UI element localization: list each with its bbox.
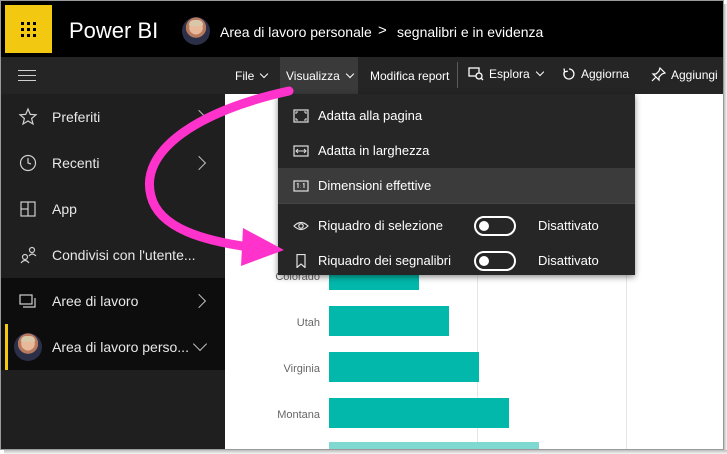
avatar: [182, 17, 210, 45]
pin-button[interactable]: Aggiungi: [651, 67, 718, 82]
category-label: Utah: [296, 317, 320, 329]
bookmarks-pane-toggle[interactable]: [474, 251, 516, 271]
sidebar-item-my-workspace[interactable]: Area di lavoro perso...: [1, 324, 225, 370]
selection-pane-label: Riquadro di selezione: [318, 218, 444, 233]
sidebar-item-workspaces[interactable]: Aree di lavoro: [1, 278, 225, 324]
shared-icon: [20, 246, 37, 264]
chevron-down-icon: [192, 336, 208, 352]
avatar: [14, 333, 42, 361]
chevron-down-icon: [535, 67, 544, 77]
selection-pane-state: Disattivato: [538, 218, 599, 233]
sidebar-item-apps[interactable]: App: [1, 186, 225, 232]
toggle-knob: [479, 256, 489, 266]
top-bar: Power BI Area di lavoro personale > segn…: [1, 1, 723, 57]
menu-divider: [278, 203, 635, 204]
sidebar-item-label: Preferiti: [52, 109, 101, 125]
bookmarks-pane-label: Riquadro dei segnalibri: [318, 253, 451, 268]
file-menu-label: File: [235, 69, 255, 83]
sidebar-item-label: App: [52, 201, 77, 217]
bookmark-icon: [296, 253, 306, 268]
breadcrumb-workspace[interactable]: Area di lavoro personale: [220, 24, 372, 40]
file-menu-button[interactable]: File: [235, 69, 269, 83]
chevron-down-icon: [345, 69, 355, 79]
bookmarks-pane-item[interactable]: Riquadro dei segnalibri Disattivato: [278, 243, 635, 278]
bar[interactable]: [329, 398, 509, 428]
selected-indicator: [5, 324, 8, 370]
sidebar: Preferiti Recenti App Condivisi con l'ut…: [1, 94, 225, 449]
category-label: Virginia: [283, 363, 321, 375]
fit-width-icon: [293, 144, 309, 157]
sidebar-item-shared[interactable]: Condivisi con l'utente...: [1, 232, 225, 278]
toolbar-divider: [457, 62, 458, 88]
waffle-icon: [21, 21, 36, 37]
pin-label: Aggiungi: [671, 67, 718, 82]
sidebar-item-favorites[interactable]: Preferiti: [1, 94, 225, 140]
hamburger-icon[interactable]: [18, 70, 36, 81]
fit-to-page-label: Adatta alla pagina: [318, 108, 423, 123]
actual-size-icon: [293, 179, 309, 192]
actual-size-item[interactable]: Dimensioni effettive: [278, 168, 635, 203]
eye-icon: [293, 221, 309, 230]
edit-report-button[interactable]: Modifica report: [370, 69, 449, 83]
refresh-button[interactable]: Aggiorna: [562, 67, 629, 81]
explore-icon: [468, 67, 484, 81]
explore-label: Esplora: [489, 67, 530, 81]
chevron-down-icon: [260, 69, 269, 79]
sidebar-item-recent[interactable]: Recenti: [1, 140, 225, 186]
bookmarks-pane-state: Disattivato: [538, 253, 599, 268]
edit-report-label: Modifica report: [370, 69, 450, 83]
actual-size-label: Dimensioni effettive: [318, 178, 432, 193]
refresh-icon: [563, 68, 575, 80]
breadcrumb-separator: >: [378, 22, 387, 39]
bar[interactable]: [329, 306, 449, 336]
selection-pane-toggle[interactable]: [474, 216, 516, 236]
apps-icon: [20, 201, 36, 217]
view-menu-label: Visualizza: [286, 69, 340, 83]
refresh-label: Aggiorna: [581, 67, 630, 81]
chevron-right-icon: [191, 109, 207, 125]
explore-menu-button[interactable]: Esplora: [468, 67, 544, 81]
app-launcher-button[interactable]: [5, 5, 52, 53]
fit-page-icon: [293, 108, 309, 123]
sidebar-item-label: Recenti: [52, 155, 100, 171]
chevron-right-icon: [191, 293, 207, 309]
bar[interactable]: [329, 352, 479, 382]
pin-icon: [651, 67, 666, 82]
clock-icon: [19, 154, 37, 172]
sidebar-item-label: Aree di lavoro: [52, 293, 139, 309]
view-menu-button[interactable]: Visualizza: [286, 69, 355, 83]
sidebar-item-label: Condivisi con l'utente...: [52, 247, 196, 263]
fit-to-page-item[interactable]: Adatta alla pagina: [278, 98, 635, 133]
selection-pane-item[interactable]: Riquadro di selezione Disattivato: [278, 208, 635, 243]
view-menu-dropdown: Adatta alla pagina Adatta in larghezza D…: [278, 94, 635, 275]
sidebar-item-label: Area di lavoro perso...: [52, 339, 189, 355]
app-title: Power BI: [69, 18, 159, 43]
screenshot-frame: Power BI Area di lavoro personale > segn…: [0, 0, 724, 450]
breadcrumb-report: segnalibri e in evidenza: [397, 24, 544, 40]
frame-shadow: [4, 450, 727, 454]
chevron-right-icon: [191, 155, 207, 171]
workspaces-icon: [19, 294, 36, 308]
bar[interactable]: [329, 442, 539, 449]
star-icon: [18, 107, 38, 126]
category-label: Montana: [277, 409, 320, 421]
fit-to-width-item[interactable]: Adatta in larghezza: [278, 133, 635, 168]
fit-to-width-label: Adatta in larghezza: [318, 143, 430, 158]
toggle-knob: [479, 221, 489, 231]
